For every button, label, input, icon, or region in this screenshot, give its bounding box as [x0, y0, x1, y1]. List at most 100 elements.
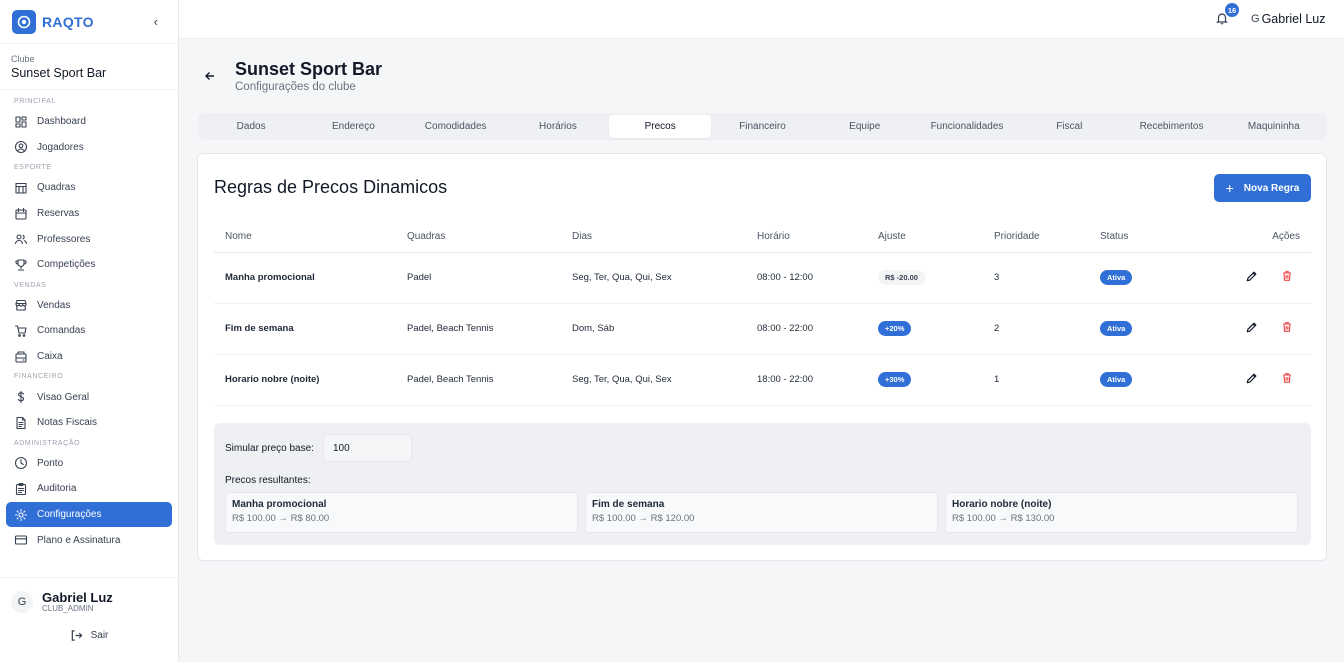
sidebar-item-competicoes[interactable]: Competições [6, 252, 172, 278]
user-role: CLUB_ADMIN [42, 604, 94, 613]
result-card: Horario nobre (noite) R$ 100.00 → R$ 130… [945, 492, 1298, 533]
delete-trash-icon[interactable] [1281, 270, 1293, 285]
rule-days: Seg, Ter, Qua, Qui, Sex [561, 354, 746, 406]
sidebar-item-dashboard[interactable]: Dashboard [6, 109, 172, 135]
sidebar-item-label: Professores [37, 233, 91, 245]
new-rule-label: Nova Regra [1243, 182, 1300, 194]
sidebar-item-professores[interactable]: Professores [6, 226, 172, 252]
tab-equipe[interactable]: Equipe [814, 115, 916, 138]
sidebar-item-notas-fiscais[interactable]: Notas Fiscais [6, 410, 172, 436]
clock-icon [14, 457, 28, 470]
sidebar-item-label: Notas Fiscais [37, 417, 98, 429]
user-block: G Gabriel Luz CLUB_ADMIN Sair [0, 577, 178, 662]
edit-pencil-icon[interactable] [1245, 372, 1258, 388]
rule-name: Horario nobre (noite) [214, 354, 396, 406]
rule-courts: Padel, Beach Tennis [396, 303, 561, 355]
sidebar-item-auditoria[interactable]: Auditoria [6, 476, 172, 502]
logout-label: Sair [90, 630, 109, 641]
rule-priority: 2 [983, 303, 1089, 355]
sidebar-item-comandas[interactable]: Comandas [6, 318, 172, 344]
brand-name: RAQTO [42, 13, 94, 30]
tab-precos[interactable]: Precos [609, 115, 712, 138]
rule-time: 18:00 - 22:00 [746, 354, 867, 406]
delete-trash-icon[interactable] [1281, 321, 1293, 336]
tab-endereco[interactable]: Endereço [302, 115, 404, 138]
avatar[interactable]: G [11, 591, 33, 613]
top-user-initial: G [1251, 13, 1260, 25]
cart-icon [14, 325, 27, 337]
rule-status-cell: Ativa [1089, 354, 1199, 406]
sidebar-item-ponto[interactable]: Ponto [6, 451, 172, 477]
sidebar-item-quadras[interactable]: Quadras [6, 175, 172, 201]
edit-pencil-icon[interactable] [1245, 270, 1258, 286]
club-label: Clube [11, 54, 35, 64]
sidebar-item-jogadores[interactable]: Jogadores [6, 135, 172, 161]
sidebar-item-plano-e-assinatura[interactable]: Plano e Assinatura [6, 527, 172, 553]
result-name: Manha promocional [232, 499, 327, 510]
edit-pencil-icon[interactable] [1245, 321, 1258, 337]
sidebar-item-configuracoes[interactable]: Configurações [6, 501, 172, 528]
raqto-logo-icon[interactable] [12, 9, 36, 34]
collapse-sidebar-chevron-icon[interactable]: ‹ [154, 14, 166, 29]
dashboard-icon [15, 116, 27, 128]
sidebar-item-reservas[interactable]: Reservas [6, 201, 172, 227]
back-arrow-icon[interactable] [203, 69, 217, 83]
column-header: Quadras [396, 222, 561, 253]
sidebar-item-label: Jogadores [37, 141, 84, 153]
tab-comodidades[interactable]: Comodidades [405, 115, 507, 138]
dollar-icon [17, 391, 25, 404]
column-header: Dias [561, 222, 746, 253]
adjust-badge: +30% [878, 372, 912, 387]
tab-financeiro[interactable]: Financeiro [711, 115, 813, 138]
tab-fiscal[interactable]: Fiscal [1018, 115, 1120, 138]
main-content: Sunset Sport Bar Configurações do clube … [179, 40, 1344, 662]
sidebar-item-label: Competições [37, 259, 96, 271]
table-row: Horario nobre (noite) Padel, Beach Tenni… [214, 354, 1311, 406]
club-name: Sunset Sport Bar [11, 66, 107, 80]
rule-time: 08:00 - 22:00 [746, 303, 867, 355]
sidebar-item-label: Comandas [37, 325, 86, 337]
column-header: Ajuste [867, 222, 983, 253]
new-rule-button[interactable]: + Nova Regra [1214, 174, 1311, 202]
sidebar-item-caixa[interactable]: Caixa [6, 344, 172, 370]
sidebar-item-label: Caixa [37, 351, 63, 363]
top-user-menu[interactable]: G Gabriel Luz [1251, 12, 1326, 26]
rule-status-cell: Ativa [1089, 303, 1199, 355]
calendar-icon [15, 207, 27, 220]
adjust-badge: +20% [878, 321, 912, 336]
base-price-input[interactable] [323, 434, 412, 462]
price-simulator: Simular preço base: Precos resultantes: … [214, 423, 1311, 545]
table-header-row: Nome Quadras Dias Horário Ajuste Prioridade St… [214, 222, 1311, 253]
tab-horarios[interactable]: Horários [507, 115, 609, 138]
tab-recebimentos[interactable]: Recebimentos [1120, 115, 1222, 138]
topbar: 16 G Gabriel Luz [179, 0, 1344, 39]
sidebar-item-visao-geral[interactable]: Visao Geral [6, 384, 172, 410]
settings-tabs: Dados Endereço Comodidades Horários Precos Fi… [198, 113, 1327, 140]
column-header: Status [1089, 222, 1199, 253]
tab-maquininha[interactable]: Maquininha [1223, 115, 1325, 138]
results-label: Precos resultantes: [225, 475, 311, 486]
users-icon [14, 234, 28, 245]
delete-trash-icon[interactable] [1281, 372, 1293, 387]
rule-priority: 3 [983, 252, 1089, 304]
sidebar-item-vendas[interactable]: Vendas [6, 293, 172, 319]
logout-button[interactable]: Sair [0, 629, 178, 642]
tab-funcionalidades[interactable]: Funcionalidades [916, 115, 1018, 138]
result-value: R$ 100.00 → R$ 120.00 [592, 513, 695, 524]
nav-section-title: VENDAS [14, 281, 47, 289]
column-header: Ações [1199, 222, 1311, 253]
section-title: Regras de Precos Dinamicos [214, 177, 448, 197]
rule-name: Manha promocional [214, 252, 396, 304]
rule-days: Dom, Sáb [561, 303, 746, 355]
sidebar-item-label: Quadras [37, 182, 76, 194]
result-card: Manha promocional R$ 100.00 → R$ 80.00 [225, 492, 578, 533]
simulator-label: Simular preço base: [225, 443, 314, 454]
tab-dados[interactable]: Dados [200, 115, 302, 138]
nav-section-title: PRINCIPAL [14, 98, 56, 105]
rule-adjust-cell: R$ -20.00 [867, 252, 983, 304]
rule-priority: 1 [983, 354, 1089, 406]
pricing-rules-card: Regras de Precos Dinamicos + Nova Regra … [197, 153, 1327, 561]
sidebar-nav: PRINCIPAL Dashboard Jogadores ESPORTE Quadra… [0, 90, 178, 553]
result-name: Fim de semana [592, 499, 665, 510]
clipboard-icon [15, 482, 27, 495]
